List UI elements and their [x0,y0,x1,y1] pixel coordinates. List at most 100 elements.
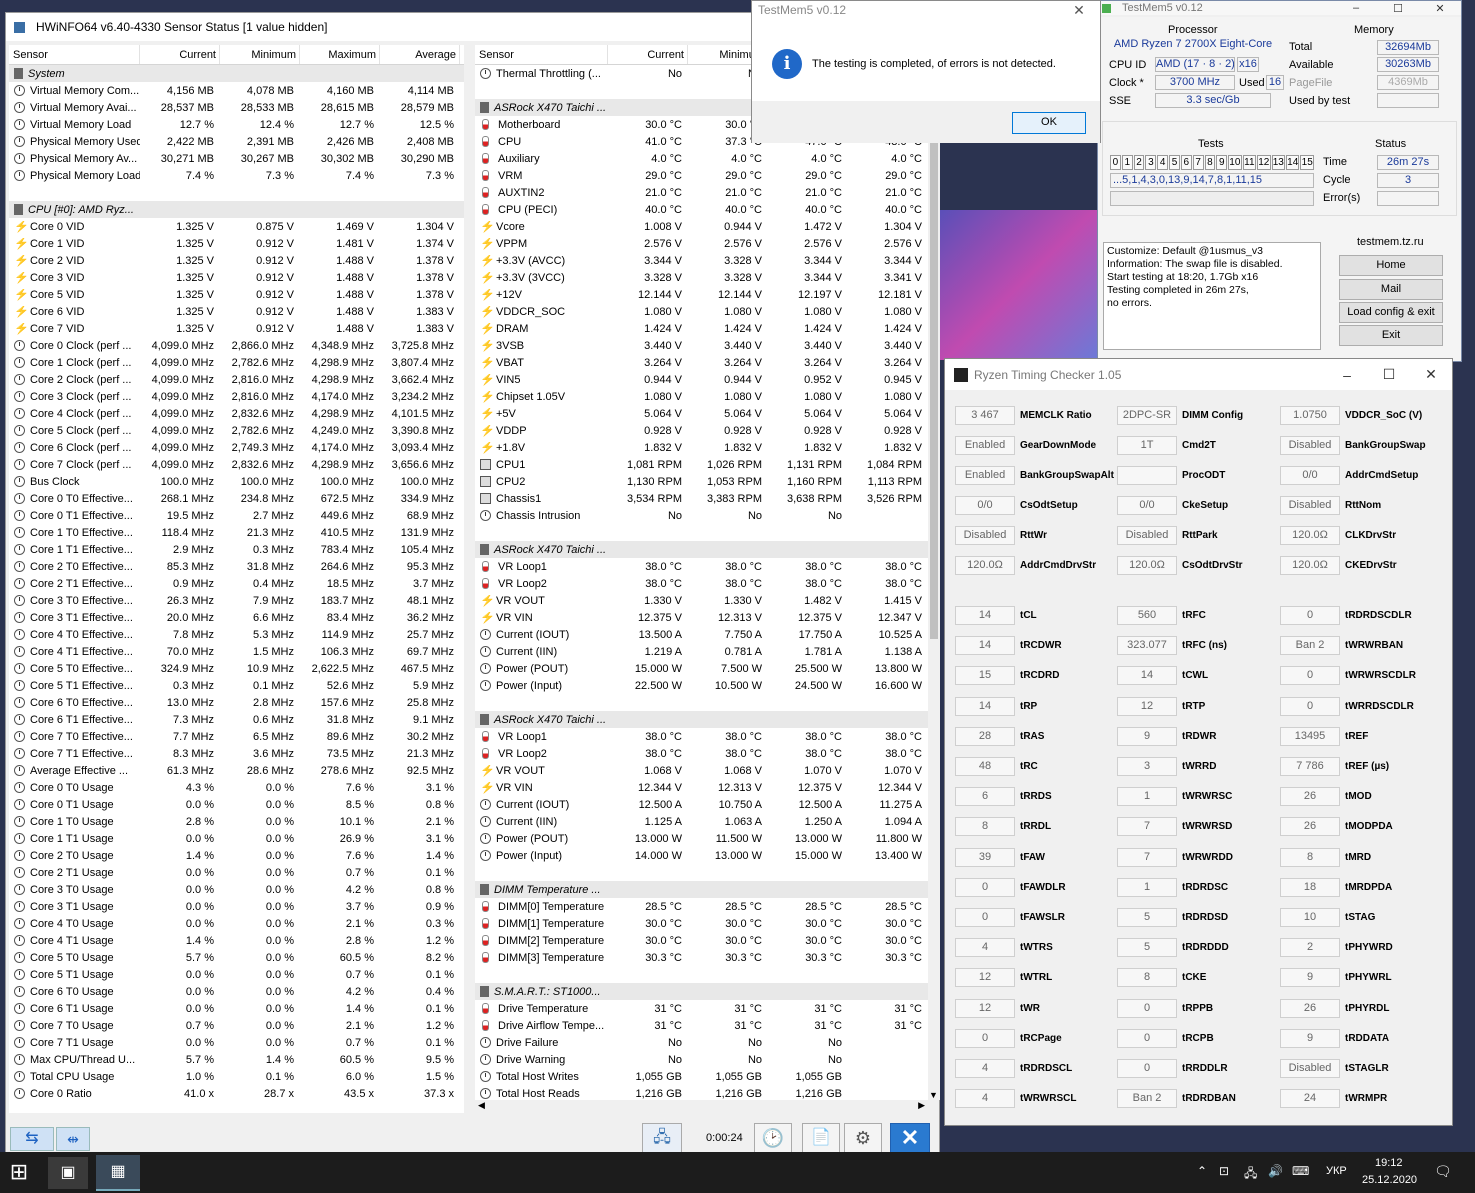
sensor-group-header[interactable]: CPU [#0]: AMD Ryz... [9,201,464,218]
sensor-row[interactable]: ⚡ 3VSB 3.440 V 3.440 V 3.440 V 3.440 V [475,337,928,354]
left-col-average[interactable]: Average [380,45,460,64]
sensor-row[interactable]: ⚡ Core 1 VID 1.325 V 0.912 V 1.481 V 1.374 V [9,235,464,252]
sensor-row[interactable]: Core 2 T1 Usage 0.0 % 0.0 % 0.7 % 0.1 % [9,864,464,881]
sensor-row[interactable]: Chassis1 3,534 RPM 3,383 RPM 3,638 RPM 3,526… [475,490,928,507]
sensor-row[interactable]: Core 7 T1 Effective... 8.3 MHz 3.6 MHz 73.5… [9,745,464,762]
sensor-row[interactable]: ⚡ Core 3 VID 1.325 V 0.912 V 1.488 V 1.378 V [9,269,464,286]
sensor-row[interactable]: Core 7 T0 Usage 0.7 % 0.0 % 2.1 % 1.2 % [9,1017,464,1034]
dialog-close-button[interactable]: ✕ [1058,2,1100,19]
sensor-row[interactable]: Physical Memory Load 7.4 % 7.3 % 7.4 % 7.3 % [9,167,464,184]
sensor-row[interactable]: Core 6 T1 Usage 0.0 % 0.0 % 1.4 % 0.1 % [9,1000,464,1017]
sensor-row[interactable]: ⚡ +12V 12.144 V 12.144 V 12.197 V 12.181 V [475,286,928,303]
sensor-row[interactable]: VR Loop2 38.0 °C 38.0 °C 38.0 °C 38.0 °C [475,575,928,592]
sensor-row[interactable]: ⚡ VPPM 2.576 V 2.576 V 2.576 V 2.576 V [475,235,928,252]
sensor-row[interactable]: Core 1 T0 Effective... 118.4 MHz 21.3 MHz 4… [9,524,464,541]
sensor-row[interactable]: ⚡ VDDCR_SOC 1.080 V 1.080 V 1.080 V 1.080 V [475,303,928,320]
right-scroll-thumb[interactable] [930,59,938,639]
report-icon[interactable]: 📄 [802,1123,840,1153]
left-sensor-pane[interactable]: Sensor Current Minimum Maximum Average System… [9,45,464,1113]
sensor-row[interactable]: CPU2 1,130 RPM 1,053 RPM 1,160 RPM 1,113 RPM [475,473,928,490]
sensor-row[interactable]: Drive Failure No No No [475,1034,928,1051]
sensor-row[interactable]: Core 7 T0 Effective... 7.7 MHz 6.5 MHz 89.6… [9,728,464,745]
sensor-group-header[interactable]: S.M.A.R.T.: ST1000... [475,983,928,1000]
sensor-row[interactable]: CPU1 1,081 RPM 1,026 RPM 1,131 RPM 1,084 RPM [475,456,928,473]
nav-left-right-icon[interactable]: ⇆ [10,1127,54,1151]
sensor-row[interactable]: Core 0 Clock (perf ... 4,099.0 MHz 2,866.0… [9,337,464,354]
sensor-row[interactable]: Current (IOUT) 13.500 A 7.750 A 17.750 A 10.… [475,626,928,643]
sensor-row[interactable]: ⚡ VR VOUT 1.068 V 1.068 V 1.070 V 1.070 V [475,762,928,779]
sensor-row[interactable]: Core 5 Clock (perf ... 4,099.0 MHz 2,782.6… [9,422,464,439]
sensor-row[interactable]: Core 6 T1 Effective... 7.3 MHz 0.6 MHz 31.8… [9,711,464,728]
sensor-row[interactable]: Core 3 T1 Usage 0.0 % 0.0 % 3.7 % 0.9 % [9,898,464,915]
sensor-row[interactable]: Core 3 Clock (perf ... 4,099.0 MHz 2,816.0… [9,388,464,405]
right-horizontal-scrollbar[interactable]: ◀ ▶ [475,1100,928,1113]
sensor-row[interactable]: ⚡ Chipset 1.05V 1.080 V 1.080 V 1.080 V 1.080… [475,388,928,405]
left-col-minimum[interactable]: Minimum [220,45,300,64]
right-col-current[interactable]: Current [608,45,688,64]
sensor-row[interactable]: DIMM[2] Temperature 30.0 °C 30.0 °C 30.0 °C… [475,932,928,949]
sensor-group-header[interactable]: ASRock X470 Taichi ... [475,541,928,558]
sensor-row[interactable]: Core 2 T0 Usage 1.4 % 0.0 % 7.6 % 1.4 % [9,847,464,864]
sensor-row[interactable]: Core 5 T0 Effective... 324.9 MHz 10.9 MHz 2… [9,660,464,677]
sensor-row[interactable]: VR Loop1 38.0 °C 38.0 °C 38.0 °C 38.0 °C [475,558,928,575]
clock-date[interactable]: 25.12.2020 [1362,1174,1417,1186]
sensor-row[interactable]: Core 0 Ratio 41.0 x 28.7 x 43.5 x 37.3 x [9,1085,464,1102]
left-col-current[interactable]: Current [140,45,220,64]
sensor-row[interactable]: ⚡ +3.3V (3VCC) 3.328 V 3.328 V 3.344 V 3.341 … [475,269,928,286]
sensor-row[interactable]: ⚡ VDDP 0.928 V 0.928 V 0.928 V 0.928 V [475,422,928,439]
sensor-row[interactable]: Core 0 T1 Effective... 19.5 MHz 2.7 MHz 449… [9,507,464,524]
sensor-row[interactable]: Core 0 T0 Effective... 268.1 MHz 234.8 MHz… [9,490,464,507]
sensor-row[interactable]: Core 2 T0 Effective... 85.3 MHz 31.8 MHz 26… [9,558,464,575]
rtc-titlebar[interactable]: Ryzen Timing Checker 1.05 – ☐ ✕ [945,359,1452,390]
sensor-row[interactable]: Core 1 Clock (perf ... 4,099.0 MHz 2,782.6… [9,354,464,371]
scroll-down-arrow-icon[interactable]: ▼ [929,1090,938,1100]
sensor-row[interactable]: Current (IOUT) 12.500 A 10.750 A 12.500 A 11… [475,796,928,813]
sensor-row[interactable]: Core 6 Clock (perf ... 4,099.0 MHz 2,749.3… [9,439,464,456]
sensor-row[interactable]: ⚡ VBAT 3.264 V 3.264 V 3.264 V 3.264 V [475,354,928,371]
sensor-row[interactable]: Drive Warning No No No [475,1051,928,1068]
minimize-button[interactable]: – [1335,2,1377,14]
sensor-row[interactable]: ⚡ +1.8V 1.832 V 1.832 V 1.832 V 1.832 V [475,439,928,456]
sensor-row[interactable]: Core 2 Clock (perf ... 4,099.0 MHz 2,816.0… [9,371,464,388]
sensor-row[interactable]: Core 3 T0 Effective... 26.3 MHz 7.9 MHz 183… [9,592,464,609]
sensor-row[interactable]: Drive Temperature 31 °C 31 °C 31 °C 31 °C [475,1000,928,1017]
maximize-button[interactable]: ☐ [1377,2,1419,15]
sensor-row[interactable]: AUXTIN2 21.0 °C 21.0 °C 21.0 °C 21.0 °C [475,184,928,201]
sensor-row[interactable]: Current (IIN) 1.125 A 1.063 A 1.250 A 1.094 … [475,813,928,830]
sensor-row[interactable]: Core 4 T1 Effective... 70.0 MHz 1.5 MHz 106… [9,643,464,660]
sensor-row[interactable]: Core 1 T1 Effective... 2.9 MHz 0.3 MHz 783.… [9,541,464,558]
scroll-left-arrow-icon[interactable]: ◀ [478,1100,485,1111]
sensor-row[interactable]: Core 1 T1 Usage 0.0 % 0.0 % 26.9 % 3.1 % [9,830,464,847]
home-button[interactable]: Home [1339,255,1443,276]
sensor-row[interactable]: Total CPU Usage 1.0 % 0.1 % 6.0 % 1.5 % [9,1068,464,1085]
sensor-row[interactable]: Core 7 Clock (perf ... 4,099.0 MHz 2,832.6… [9,456,464,473]
sensor-row[interactable]: Core 0 T1 Usage 0.0 % 0.0 % 8.5 % 0.8 % [9,796,464,813]
sensor-row[interactable]: Core 2 T1 Effective... 0.9 MHz 0.4 MHz 18.5… [9,575,464,592]
sensor-row[interactable]: Auxiliary 4.0 °C 4.0 °C 4.0 °C 4.0 °C [475,150,928,167]
sensor-row[interactable]: Core 5 T1 Usage 0.0 % 0.0 % 0.7 % 0.1 % [9,966,464,983]
start-button[interactable]: ⊞ [6,1161,32,1185]
sensor-row[interactable]: ⚡ +3.3V (AVCC) 3.344 V 3.328 V 3.344 V 3.344 … [475,252,928,269]
sensor-row[interactable]: Power (Input) 14.000 W 13.000 W 15.000 W 13.… [475,847,928,864]
notifications-icon[interactable]: 🗨 [1434,1163,1452,1180]
sensor-row[interactable]: Power (Input) 22.500 W 10.500 W 24.500 W 16.… [475,677,928,694]
nav-expand-icon[interactable]: ⇹ [56,1127,90,1151]
sensor-row[interactable]: Physical Memory Used 2,422 MB 2,391 MB 2,42… [9,133,464,150]
tray-app-icon[interactable]: ⊡ [1219,1164,1229,1178]
sensor-row[interactable]: Core 0 T0 Usage 4.3 % 0.0 % 7.6 % 3.1 % [9,779,464,796]
right-col-sensor[interactable]: Sensor [475,45,608,64]
hwinfo-taskbar-icon[interactable]: ▦ [96,1155,140,1191]
testmem-taskbar-icon[interactable]: ▣ [48,1157,88,1189]
sensor-row[interactable]: Core 5 T1 Effective... 0.3 MHz 0.1 MHz 52.6… [9,677,464,694]
close-button[interactable]: ✕ [1419,2,1461,15]
left-header-row[interactable]: Sensor Current Minimum Maximum Average [9,45,464,65]
sensor-row[interactable]: Physical Memory Av... 30,271 MB 30,267 MB 3… [9,150,464,167]
clock-icon[interactable]: 🕑 [754,1123,792,1153]
sensor-row[interactable]: Core 3 T0 Usage 0.0 % 0.0 % 4.2 % 0.8 % [9,881,464,898]
sensor-row[interactable]: VR Loop2 38.0 °C 38.0 °C 38.0 °C 38.0 °C [475,745,928,762]
testmem-titlebar[interactable]: TestMem5 v0.12 – ☐ ✕ [1098,1,1461,15]
sensor-row[interactable]: Virtual Memory Com... 4,156 MB 4,078 MB 4,1… [9,82,464,99]
sensor-row[interactable]: ⚡ VIN5 0.944 V 0.944 V 0.952 V 0.945 V [475,371,928,388]
sensor-row[interactable]: ⚡ DRAM 1.424 V 1.424 V 1.424 V 1.424 V [475,320,928,337]
sensor-row[interactable]: Power (POUT) 15.000 W 7.500 W 25.500 W 13.80… [475,660,928,677]
